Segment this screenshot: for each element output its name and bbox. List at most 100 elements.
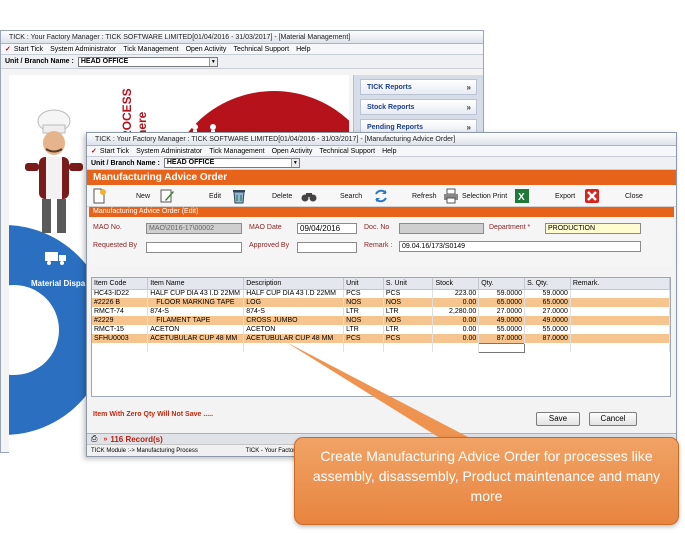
cell-remark[interactable] xyxy=(570,334,670,343)
toolbar: New Edit Delete Search Refresh Selection… xyxy=(87,185,676,207)
cell-new[interactable] xyxy=(243,343,345,352)
cell-s-unit: LTR xyxy=(383,307,434,316)
refresh-arrows-icon xyxy=(375,189,387,203)
col-description[interactable]: Description xyxy=(243,278,345,290)
menu-help[interactable]: Help xyxy=(296,44,310,54)
cell-new[interactable] xyxy=(432,343,480,352)
col-s-unit[interactable]: S. Unit xyxy=(383,278,434,290)
cell-s-qty: 59.0000 xyxy=(524,289,571,298)
table-row[interactable]: RMCT-15 ACETON ACETON LTR LTR 0.00 55.00… xyxy=(92,325,670,334)
unit-branch-select[interactable]: HEAD OFFICE ▼ xyxy=(163,158,300,168)
menu-start-tick[interactable]: Start Tick xyxy=(14,44,43,54)
cell-qty[interactable]: 65.0000 xyxy=(478,298,526,307)
col-s-qty[interactable]: S. Qty. xyxy=(524,278,571,290)
unit-branch-label: Unit / Branch Name : xyxy=(5,58,74,65)
tick-reports-label: TICK Reports xyxy=(367,84,412,91)
col-item-name[interactable]: Item Name xyxy=(147,278,245,290)
edit-button[interactable]: Edit xyxy=(159,188,221,204)
menu-technical-support[interactable]: Technical Support xyxy=(319,146,375,156)
table-row[interactable]: RMCT-74 874-S 874-S LTR LTR 2,280.00 27.… xyxy=(92,307,670,316)
delete-button[interactable]: Delete xyxy=(231,188,292,204)
cell-remark[interactable] xyxy=(570,325,670,334)
cell-new[interactable] xyxy=(343,343,384,352)
cell-remark[interactable] xyxy=(570,298,670,307)
mao-date-field[interactable]: 09/04/2016 xyxy=(297,223,357,234)
mao-no-field: MAO\2016-17\00002 xyxy=(146,223,242,234)
tick-logo-icon: ✓ xyxy=(5,45,11,53)
table-row[interactable]: #2226 B FLOOR MARKING TAPE LOG NOS NOS 0… xyxy=(92,298,670,307)
menu-tick-management[interactable]: Tick Management xyxy=(123,44,178,54)
cell-new[interactable] xyxy=(524,343,571,352)
unit-branch-select[interactable]: HEAD OFFICE ▼ xyxy=(77,56,218,67)
table-row[interactable]: #2229 FILAMENT TAPE CROSS JUMBO NOS NOS … xyxy=(92,316,670,325)
col-item-code[interactable]: Item Code xyxy=(92,278,149,290)
cell-item-code: RMCT-15 xyxy=(92,325,149,334)
cell-s-qty: 49.0000 xyxy=(524,316,571,325)
remark-field[interactable]: 09.04.16/173/S0149 xyxy=(399,241,641,252)
binoculars-icon xyxy=(301,193,317,202)
close-button[interactable]: Close xyxy=(584,188,643,204)
export-button[interactable]: X Export xyxy=(514,188,575,204)
recycle-bin-icon xyxy=(233,190,245,204)
cell-s-unit: LTR xyxy=(383,325,434,334)
cell-stock: 0.00 xyxy=(432,325,480,334)
department-field[interactable]: PRODUCTION xyxy=(545,223,641,234)
menu-system-administrator[interactable]: System Administrator xyxy=(50,44,116,54)
menu-open-activity[interactable]: Open Activity xyxy=(272,146,313,156)
menu-help[interactable]: Help xyxy=(382,146,396,156)
cell-new[interactable] xyxy=(92,343,149,352)
chevron-down-icon[interactable]: ▼ xyxy=(208,57,217,66)
tick-reports-button[interactable]: TICK Reports » xyxy=(360,79,477,95)
save-button[interactable]: Save xyxy=(536,412,580,426)
doc-no-label: Doc. No xyxy=(364,224,390,231)
menu-bar: ✓ Start Tick System Administrator Tick M… xyxy=(1,44,483,55)
cell-s-unit: NOS xyxy=(383,316,434,325)
cell-new[interactable] xyxy=(147,343,245,352)
cell-item-name: HALF CUP DIA 43 I.D 22MM xyxy=(147,289,245,298)
requested-by-field[interactable] xyxy=(146,242,242,253)
menu-start-tick[interactable]: Start Tick xyxy=(100,146,129,156)
col-stock[interactable]: Stock xyxy=(432,278,480,290)
section-title: Manufacturing Advice Order (Edit) xyxy=(89,207,674,217)
stock-reports-button[interactable]: Stock Reports » xyxy=(360,99,477,115)
new-entry-row[interactable] xyxy=(92,342,670,353)
refresh-label: Refresh xyxy=(412,192,437,200)
search-button[interactable]: Search xyxy=(301,188,362,204)
double-arrow-icon[interactable]: » xyxy=(103,436,107,443)
col-qty[interactable]: Qty. xyxy=(478,278,526,290)
cell-description: ACETUBULAR CUP 48 MM xyxy=(243,334,345,343)
cell-unit: PCS xyxy=(343,289,384,298)
table-row[interactable]: HC43-ID22 HALF CUP DIA 43 I.D 22MM HALF … xyxy=(92,289,670,298)
cancel-button[interactable]: Cancel xyxy=(589,412,637,426)
selection-print-button[interactable]: Selection Print xyxy=(443,188,507,204)
approved-by-field[interactable] xyxy=(297,242,357,253)
col-unit[interactable]: Unit xyxy=(343,278,384,290)
qty-edit-cell[interactable] xyxy=(478,342,526,353)
cell-remark[interactable] xyxy=(570,316,670,325)
cell-qty[interactable]: 87.0000 xyxy=(478,334,526,343)
selection-print-label: Selection Print xyxy=(462,192,508,200)
cell-unit: NOS xyxy=(343,316,384,325)
new-button[interactable]: New xyxy=(91,188,150,204)
printer-status-icon[interactable]: ⎙ xyxy=(91,434,97,444)
menu-tick-management[interactable]: Tick Management xyxy=(209,146,264,156)
table-row[interactable]: SFHU0003 ACETUBULAR CUP 48 MM ACETUBULAR… xyxy=(92,334,670,343)
col-remark[interactable]: Remark. xyxy=(570,278,670,290)
cell-new[interactable] xyxy=(570,343,670,352)
cell-qty[interactable]: 27.0000 xyxy=(478,307,526,316)
cell-new[interactable] xyxy=(383,343,434,352)
cell-qty[interactable]: 55.0000 xyxy=(478,325,526,334)
doc-no-field[interactable] xyxy=(399,223,484,234)
cell-stock: 2,280.00 xyxy=(432,307,480,316)
cell-description: ACETON xyxy=(243,325,345,334)
menu-technical-support[interactable]: Technical Support xyxy=(233,44,289,54)
cell-qty[interactable]: 59.0000 xyxy=(478,289,526,298)
menu-system-administrator[interactable]: System Administrator xyxy=(136,146,202,156)
truck-icon xyxy=(45,252,66,265)
refresh-button[interactable]: Refresh xyxy=(373,188,437,204)
cell-remark[interactable] xyxy=(570,289,670,298)
menu-open-activity[interactable]: Open Activity xyxy=(186,44,227,54)
cell-qty[interactable]: 49.0000 xyxy=(478,316,526,325)
cell-remark[interactable] xyxy=(570,307,670,316)
chevron-down-icon[interactable]: ▼ xyxy=(290,159,299,167)
